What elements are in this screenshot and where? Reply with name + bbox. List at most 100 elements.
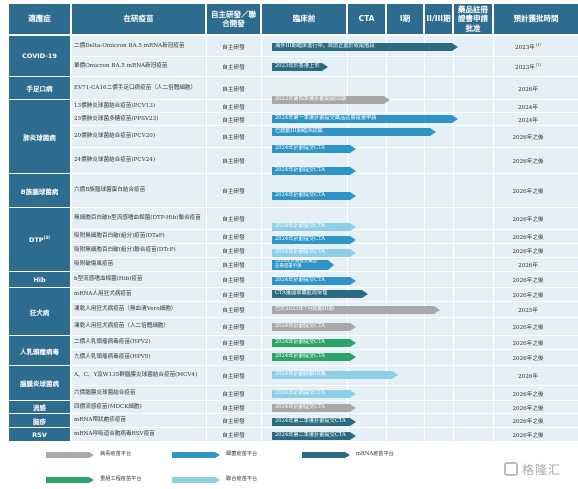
progress-bar-label: 2024年計劃提交CTA xyxy=(275,323,326,329)
indication-hib: Hib xyxy=(9,272,70,288)
progress-bar-label: 2024年計劃提交CTA xyxy=(275,277,326,283)
progress-bar-label: 海外III期臨床進行中，目前正處於收尾階段 xyxy=(275,43,375,49)
candidate-name: 吸附無細胞百白破(組分)疫苗(DTaP) xyxy=(74,233,165,240)
progress-bar-label: 2023年第四季度計劃開展III期 xyxy=(275,96,347,102)
progress-bar-label: CTA獲國家藥監局受理 xyxy=(275,290,328,296)
candidate-name: 二價人乳頭瘤病毒疫苗(HPV2) xyxy=(74,339,151,346)
progress-bar-label: 2023年於香港上市 xyxy=(275,63,320,69)
column-separator xyxy=(424,36,425,442)
legend-swatch-conjugate xyxy=(172,477,220,483)
progress-bar-label: 已於2023年7月啟動III期 xyxy=(275,306,334,312)
candidate-name: 四價流感疫苗(MDCK細胞) xyxy=(74,403,142,410)
rd-type: 自主研發 xyxy=(222,433,245,439)
candidate-name: 六價B族腦球菌蛋白結合疫苗 xyxy=(74,187,146,194)
rd-type: 自主研發 xyxy=(222,135,245,141)
progress-bar-label: 2024年計劃提交CTA xyxy=(275,339,326,345)
indication-pneumococcal: 肺炎球菌病 xyxy=(9,100,70,174)
indication-covid19: COVID-19 xyxy=(9,36,70,77)
rd-type: 自主研發 xyxy=(222,391,245,398)
rd-type: 自主研發 xyxy=(222,374,245,380)
rd-type: 自主研發 xyxy=(222,217,245,223)
legend-swatch-recombinant xyxy=(46,477,94,483)
expected-launch: 2026年 xyxy=(518,86,538,93)
rd-type: 自主研發 xyxy=(222,159,245,165)
expected-launch: 2026年之後 xyxy=(512,159,544,165)
rd-type: 自主研發 xyxy=(222,249,245,255)
candidate-name: 吸附無細胞百白破(組分)聯合疫苗(DTcP) xyxy=(74,247,176,254)
legend-label-recombinant: 重組工程疫苗平台 xyxy=(100,476,142,482)
watermark-logo-icon xyxy=(504,462,518,476)
rd-type: 自主研發 xyxy=(222,65,245,71)
watermark-text: 格隆汇 xyxy=(522,462,562,477)
progress-bar-label: 2024年計劃啟動III期 xyxy=(275,371,326,377)
indication-rsv: RSV xyxy=(9,428,70,442)
expected-launch: 2026年之後 xyxy=(512,356,544,362)
indication-hfmd: 手足口病 xyxy=(9,77,70,100)
progress-bar-label: 2024年計劃提交CTA xyxy=(275,167,326,173)
rd-type: 自主研發 xyxy=(222,341,245,347)
candidate-name: A、C、Y及W135群腦膜炎球菌結合疫苗(MCV4) xyxy=(74,372,198,379)
rd-type: 自主研發 xyxy=(222,189,245,195)
header-approval: 藥品註冊證書申請批准 xyxy=(454,4,492,34)
progress-bar-label: 2024年計劃提交CTA xyxy=(275,390,326,396)
candidate-name: 凍乾人用狂犬病疫苗（無血清Vero細胞） xyxy=(74,306,177,313)
candidate-name: 無細胞百白破b型流感嗜血桿菌(DTP-Hib)聯合疫苗 xyxy=(74,215,201,222)
candidate-name: EV71-CA16二價手足口病疫苗（人二倍體細胞） xyxy=(74,84,197,91)
candidate-name: 13價肺炎球菌結合疫苗(PCV13) xyxy=(74,102,156,109)
header-cta: CTA xyxy=(348,4,385,34)
legend-swatch-bacteria xyxy=(172,452,220,458)
expected-launch: 2026年之後 xyxy=(512,405,544,412)
expected-launch: 2026年之後 xyxy=(512,419,544,425)
expected-launch: 2023年(1) xyxy=(515,42,541,51)
legend-swatch-mrna xyxy=(302,452,350,458)
rd-type: 自主研發 xyxy=(222,356,245,362)
legend-label-conjugate: 聯合疫苗平台 xyxy=(226,476,258,482)
rd-type: 自主研發 xyxy=(222,44,245,51)
header-phase23: II/III期 xyxy=(425,4,452,34)
header-launch: 預計獲批時間 xyxy=(494,4,578,34)
indication-influenza: 流感 xyxy=(9,401,70,414)
expected-launch: 2026年之後 xyxy=(512,135,544,141)
candidate-name: b型流感嗜血桿菌(Hib)疫苗 xyxy=(74,276,143,283)
rd-type: 自主研發 xyxy=(222,86,245,93)
candidate-name: mRNA帶狀皰疹疫苗 xyxy=(74,417,127,424)
expected-launch: 2026年之後 xyxy=(512,341,544,347)
indication-hpv: 人乳頭瘤病毒 xyxy=(9,336,70,366)
header-candidate: 在研疫苗 xyxy=(72,4,205,34)
column-separator xyxy=(261,36,262,442)
legend-swatch-virus xyxy=(46,452,94,458)
progress-bar-label: 2024年第二季度計劃提交CTA xyxy=(275,432,346,438)
progress-bar-label: 2024年第一季度計劃提交藥品註冊證書申請 xyxy=(275,115,377,121)
rd-type: 自主研發 xyxy=(222,235,245,241)
indication-dtp: DTP(3) xyxy=(9,208,70,272)
candidate-name: 23價肺炎球菌多糖疫苗(PPSV23) xyxy=(74,115,159,122)
progress-bar-label: 2024年計劃提交CTA xyxy=(275,249,326,255)
candidate-name: 20價肺炎球菌結合疫苗(PCV20) xyxy=(74,133,156,140)
progress-bar-label: 已啟動III期臨床試驗 xyxy=(275,128,323,134)
expected-launch: 2026年之後 xyxy=(512,325,544,331)
rd-type: 自主研發 xyxy=(222,308,245,314)
header-preclinical: 臨床前 xyxy=(262,4,346,34)
candidate-name: 吸附破傷風疫苗 xyxy=(74,261,114,268)
legend-label-bacteria: 細菌疫苗平台 xyxy=(226,451,258,457)
progress-bar-label: 2024年第二季度計劃提交CTA xyxy=(275,418,346,424)
watermark: 格隆汇 xyxy=(504,458,574,480)
rd-type: 自主研發 xyxy=(222,263,245,269)
progress-bar-label: 2024年計劃提交CTA xyxy=(275,353,326,359)
header-indication: 適應症 xyxy=(9,4,70,34)
expected-launch: 2024年 xyxy=(518,117,538,124)
candidate-name: mRNA呼吸道合胞病毒RSV疫苗 xyxy=(74,431,155,438)
rd-type: 自主研發 xyxy=(222,419,245,425)
rd-type: 自主研發 xyxy=(222,293,245,299)
expected-launch: 2026年之後 xyxy=(512,433,544,439)
progress-bar-label: 2024年計劃提交CTA xyxy=(275,404,326,410)
candidate-name: 九價人乳頭瘤病毒疫苗(HPV9) xyxy=(74,354,151,361)
rd-type: 自主研發 xyxy=(222,325,245,331)
candidate-name: 凍乾人用狂犬病疫苗（人二倍體細胞） xyxy=(74,323,170,330)
rd-type: 自主研發 xyxy=(222,104,245,111)
candidate-name: 24價肺炎球菌結合疫苗(PCV24) xyxy=(74,157,156,164)
candidate-name: 六價腦膜炎球菌結合疫苗 xyxy=(74,389,136,396)
expected-launch: 2026年之後 xyxy=(512,293,544,299)
expected-launch: 2025年 xyxy=(518,308,538,314)
progress-bar-label: 2024年計劃提交CTA xyxy=(275,145,326,151)
